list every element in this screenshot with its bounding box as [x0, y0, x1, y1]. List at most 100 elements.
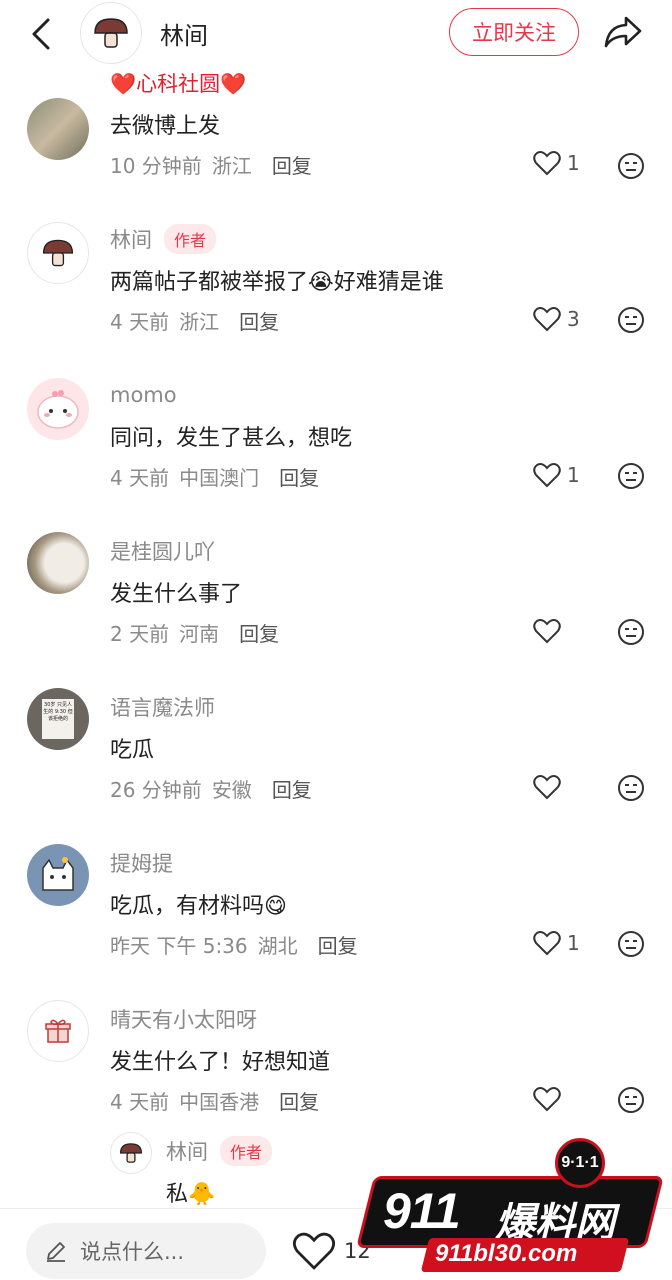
mushroom-icon	[42, 239, 74, 267]
comment-meta: 26 分钟前 安徽 回复	[110, 774, 312, 803]
mushroom-icon	[94, 18, 128, 48]
comment-text: 发生什么了！好想知道	[110, 1050, 331, 1075]
follow-button[interactable]: 立即关注	[449, 8, 579, 56]
comment-list: ❤️心科社圆❤️ 去微博上发 10 分钟前 浙江 回复 1 林间 作者 两篇帖子…	[0, 68, 672, 1208]
like-button[interactable]	[533, 618, 567, 644]
comment-location: 中国香港	[179, 1090, 260, 1114]
heart-icon	[533, 619, 561, 644]
like-count: 1	[567, 151, 580, 175]
like-count: 1	[567, 463, 580, 487]
comment-time: 4 天前	[110, 310, 170, 334]
comment-username[interactable]: 是桂圆儿吖	[110, 536, 215, 566]
comment-item: ❤️心科社圆❤️ 去微博上发 10 分钟前 浙江 回复 1	[0, 68, 672, 179]
comment-time: 10 分钟前	[110, 154, 202, 178]
comment-meta: 4 天前 中国香港 回复	[110, 1086, 319, 1115]
comment-input[interactable]: 说点什么...	[26, 1223, 266, 1279]
user-avatar[interactable]	[27, 98, 89, 160]
comment-text: 私🐥	[166, 1182, 216, 1207]
comment-meta: 4 天前 中国澳门 回复	[110, 462, 319, 491]
watermark-badge: 9·1·1	[555, 1138, 605, 1188]
comment-meta: 昨天 下午 5:36 湖北 回复	[110, 930, 358, 959]
like-button[interactable]: 1	[533, 462, 580, 488]
reply-button[interactable]: 回复	[272, 774, 312, 803]
pink-character-icon	[37, 390, 79, 429]
like-count: 1	[567, 931, 580, 955]
heart-icon	[533, 775, 561, 800]
heart-icon	[533, 307, 561, 332]
comment-username[interactable]: ❤️心科社圆❤️	[110, 68, 246, 98]
comment-location: 河南	[179, 622, 220, 646]
comment-location: 湖北	[257, 934, 298, 958]
author-avatar[interactable]	[80, 2, 142, 64]
author-name[interactable]: 林间	[160, 16, 208, 51]
comment-location: 浙江	[179, 310, 220, 334]
author-badge: 作者	[220, 1136, 273, 1166]
user-avatar[interactable]	[27, 378, 89, 440]
emoji-reaction-icon[interactable]	[617, 930, 645, 958]
user-avatar[interactable]	[27, 222, 89, 284]
comment-text: 两篇帖子都被举报了😭好难猜是谁	[110, 270, 444, 295]
user-avatar[interactable]	[110, 1132, 152, 1174]
comment-username[interactable]: 提姆提	[110, 848, 173, 878]
like-button[interactable]	[533, 774, 567, 800]
user-avatar[interactable]: 30岁 只见人生的 9:30 但该拒绝的	[27, 688, 89, 750]
emoji-reaction-icon[interactable]	[617, 1086, 645, 1114]
heart-icon	[533, 463, 561, 488]
reply-button[interactable]: 回复	[239, 618, 279, 647]
author-badge: 作者	[164, 224, 217, 254]
comment-item: momo 同问，发生了甚么，想吃 4 天前 中国澳门 回复 1	[0, 374, 672, 524]
gift-icon	[45, 1019, 71, 1043]
reply-button[interactable]: 回复	[272, 150, 312, 179]
user-avatar[interactable]	[27, 844, 89, 906]
share-icon[interactable]	[602, 12, 644, 52]
watermark-number: 911	[383, 1183, 461, 1239]
comment-text: 发生什么事了	[110, 582, 243, 607]
comment-time: 4 天前	[110, 466, 170, 490]
comment-username[interactable]: 晴天有小太阳呀	[110, 1004, 257, 1034]
comment-placeholder: 说点什么...	[80, 1240, 185, 1264]
emoji-reaction-icon[interactable]	[617, 774, 645, 802]
comment-time: 2 天前	[110, 622, 170, 646]
like-button[interactable]: 3	[533, 306, 580, 332]
comment-item: 是桂圆儿吖 发生什么事了 2 天前 河南 回复	[0, 530, 672, 680]
comment-time: 昨天 下午 5:36	[110, 934, 248, 958]
user-avatar[interactable]	[27, 532, 89, 594]
mushroom-icon	[119, 1143, 143, 1163]
comment-item: 晴天有小太阳呀 发生什么了！好想知道 4 天前 中国香港 回复	[0, 998, 672, 1148]
watermark-url: 911bl30.com	[435, 1240, 578, 1267]
comment-item: 30岁 只见人生的 9:30 但该拒绝的 语言魔法师 吃瓜 26 分钟前 安徽 …	[0, 686, 672, 836]
like-button[interactable]: 1	[533, 150, 580, 176]
comment-meta: 10 分钟前 浙江 回复	[110, 150, 312, 179]
comment-text: 同问，发生了甚么，想吃	[110, 426, 353, 451]
comment-time: 26 分钟前	[110, 778, 202, 802]
reply-button[interactable]: 回复	[279, 1086, 319, 1115]
comment-text: 吃瓜	[110, 738, 155, 763]
emoji-reaction-icon[interactable]	[617, 306, 645, 334]
comment-text: 去微博上发	[110, 114, 221, 139]
like-count: 3	[567, 307, 580, 331]
like-button[interactable]	[533, 1086, 567, 1112]
like-button[interactable]: 1	[533, 930, 580, 956]
emoji-reaction-icon[interactable]	[617, 152, 645, 180]
top-bar: 林间 立即关注	[0, 0, 672, 68]
reply-button[interactable]: 回复	[279, 462, 319, 491]
pencil-icon	[47, 1242, 65, 1262]
comment-meta: 2 天前 河南 回复	[110, 618, 279, 647]
back-arrow-icon[interactable]	[26, 14, 56, 54]
emoji-reaction-icon[interactable]	[617, 462, 645, 490]
comment-username[interactable]: 林间	[110, 224, 152, 254]
emoji-reaction-icon[interactable]	[617, 618, 645, 646]
avatar-sign-text: 30岁 只见人生的 9:30 但该拒绝的	[42, 699, 74, 739]
comment-username[interactable]: momo	[110, 383, 177, 407]
comment-username[interactable]: 林间	[166, 1136, 208, 1166]
reply-button[interactable]: 回复	[318, 930, 358, 959]
cat-character-icon	[42, 857, 74, 891]
comment-location: 中国澳门	[179, 466, 260, 490]
comment-item: 林间 作者 两篇帖子都被举报了😭好难猜是谁 4 天前 浙江 回复 3	[0, 218, 672, 368]
user-avatar[interactable]	[27, 1000, 89, 1062]
comment-location: 浙江	[211, 154, 252, 178]
comment-time: 4 天前	[110, 1090, 170, 1114]
heart-icon	[293, 1232, 335, 1270]
comment-username[interactable]: 语言魔法师	[110, 692, 215, 722]
reply-button[interactable]: 回复	[239, 306, 279, 335]
